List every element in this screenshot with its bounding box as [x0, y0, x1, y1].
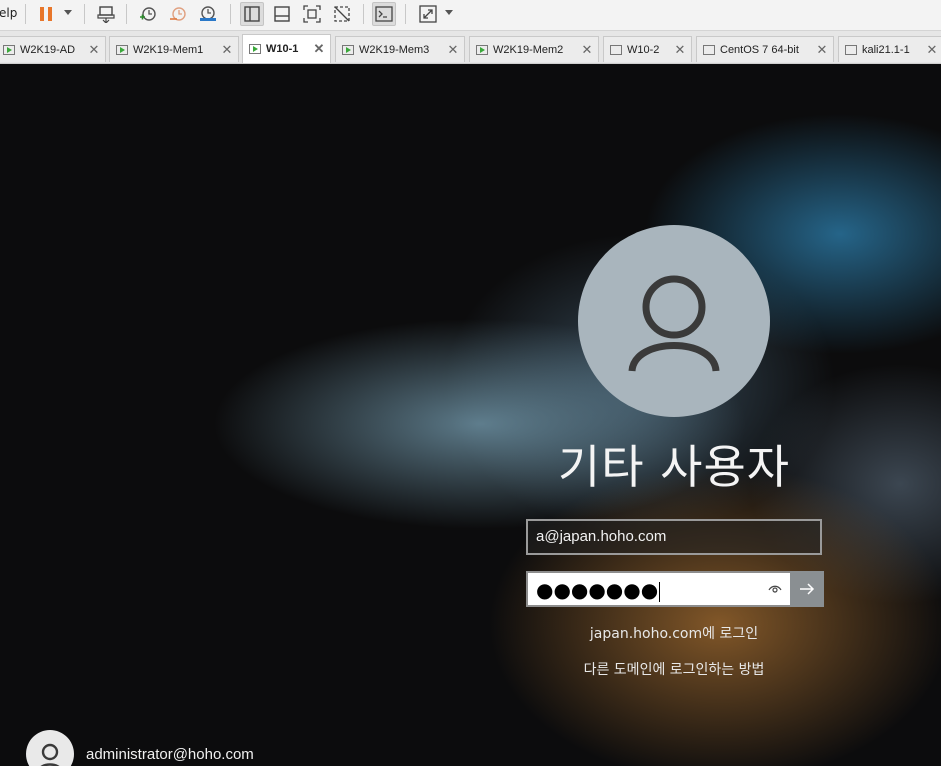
- close-icon[interactable]: ✕: [925, 42, 939, 58]
- snapshot-icon[interactable]: [136, 2, 160, 26]
- tab-label: kali21.1-1: [862, 43, 910, 56]
- tab-label: W10-2: [627, 43, 660, 56]
- console-view-icon[interactable]: [372, 2, 396, 26]
- unity-icon[interactable]: [330, 2, 354, 26]
- vm-stopped-icon: [610, 44, 622, 55]
- vm-stopped-icon: [703, 44, 715, 55]
- vm-tab-bar: W2K19-AD ✕ W2K19-Mem1 ✕ W10-1 ✕ W2K19-Me…: [0, 31, 941, 64]
- close-icon[interactable]: ✕: [673, 42, 687, 58]
- toolbar-separator: [25, 4, 26, 24]
- submit-arrow-button[interactable]: [790, 571, 824, 607]
- tab-kali21[interactable]: kali21.1-1 ✕: [838, 36, 941, 62]
- other-user-name[interactable]: administrator@hoho.com: [86, 746, 254, 763]
- close-icon[interactable]: ✕: [580, 42, 594, 58]
- vm-running-icon: [116, 44, 128, 55]
- tab-w10-2[interactable]: W10-2 ✕: [603, 36, 692, 62]
- arrow-right-icon: [800, 583, 815, 595]
- help-menu[interactable]: elp: [0, 6, 17, 20]
- tab-label: W2K19-Mem1: [133, 43, 204, 56]
- toolbar-separator: [84, 4, 85, 24]
- tab-label: W10-1: [266, 43, 299, 55]
- vm-running-icon: [3, 44, 15, 55]
- reveal-password-icon[interactable]: [766, 580, 784, 598]
- close-icon[interactable]: ✕: [312, 41, 326, 57]
- tab-label: W2K19-Mem3: [359, 43, 430, 56]
- close-icon[interactable]: ✕: [446, 42, 460, 58]
- tab-w2k19-mem2[interactable]: W2K19-Mem2 ✕: [469, 36, 599, 62]
- revert-snapshot-icon[interactable]: [166, 2, 190, 26]
- tab-label: W2K19-Mem2: [493, 43, 564, 56]
- fullscreen-icon[interactable]: [300, 2, 324, 26]
- toolbar-separator: [126, 4, 127, 24]
- vm-running-icon: [249, 44, 261, 54]
- send-ctrl-alt-del-icon[interactable]: [94, 2, 118, 26]
- tab-label: CentOS 7 64-bit: [720, 43, 799, 56]
- password-field[interactable]: ●●●●●●●: [526, 571, 824, 607]
- password-mask: ●●●●●●●: [536, 578, 661, 602]
- pause-dropdown-icon[interactable]: [64, 10, 72, 15]
- tab-label: W2K19-AD: [20, 43, 76, 56]
- other-user-avatar-icon[interactable]: [26, 730, 74, 766]
- stretch-dropdown-icon[interactable]: [445, 10, 453, 15]
- tab-centos-7[interactable]: CentOS 7 64-bit ✕: [696, 36, 834, 62]
- vm-stopped-icon: [845, 44, 857, 55]
- pause-icon[interactable]: [34, 2, 58, 26]
- stretch-icon[interactable]: [416, 2, 440, 26]
- username-field[interactable]: a@japan.hoho.com: [526, 519, 822, 555]
- close-icon[interactable]: ✕: [220, 42, 234, 58]
- toolbar-separator: [363, 4, 364, 24]
- close-icon[interactable]: ✕: [815, 42, 829, 58]
- tab-w2k19-mem1[interactable]: W2K19-Mem1 ✕: [109, 36, 239, 62]
- tab-w10-1[interactable]: W10-1 ✕: [242, 34, 331, 63]
- login-user-title: 기타 사용자: [557, 440, 791, 494]
- vm-running-icon: [476, 44, 488, 55]
- snapshot-manager-icon[interactable]: [196, 2, 220, 26]
- vm-console-login-screen[interactable]: 기타 사용자 a@japan.hoho.com ●●●●●●● japan.ho…: [0, 64, 941, 766]
- thumbnail-view-icon[interactable]: [270, 2, 294, 26]
- tab-w2k19-mem3[interactable]: W2K19-Mem3 ✕: [335, 36, 465, 62]
- vm-toolbar: elp: [0, 0, 941, 31]
- user-avatar-icon: [578, 225, 770, 417]
- toolbar-separator: [230, 4, 231, 24]
- toolbar-separator: [405, 4, 406, 24]
- close-icon[interactable]: ✕: [87, 42, 101, 58]
- tab-w2k19-ad[interactable]: W2K19-AD ✕: [0, 36, 106, 62]
- library-view-icon[interactable]: [240, 2, 264, 26]
- vm-running-icon: [342, 44, 354, 55]
- signin-domain-text: japan.hoho.com에 로그인: [589, 626, 759, 642]
- other-domain-link[interactable]: 다른 도메인에 로그인하는 방법: [526, 659, 822, 679]
